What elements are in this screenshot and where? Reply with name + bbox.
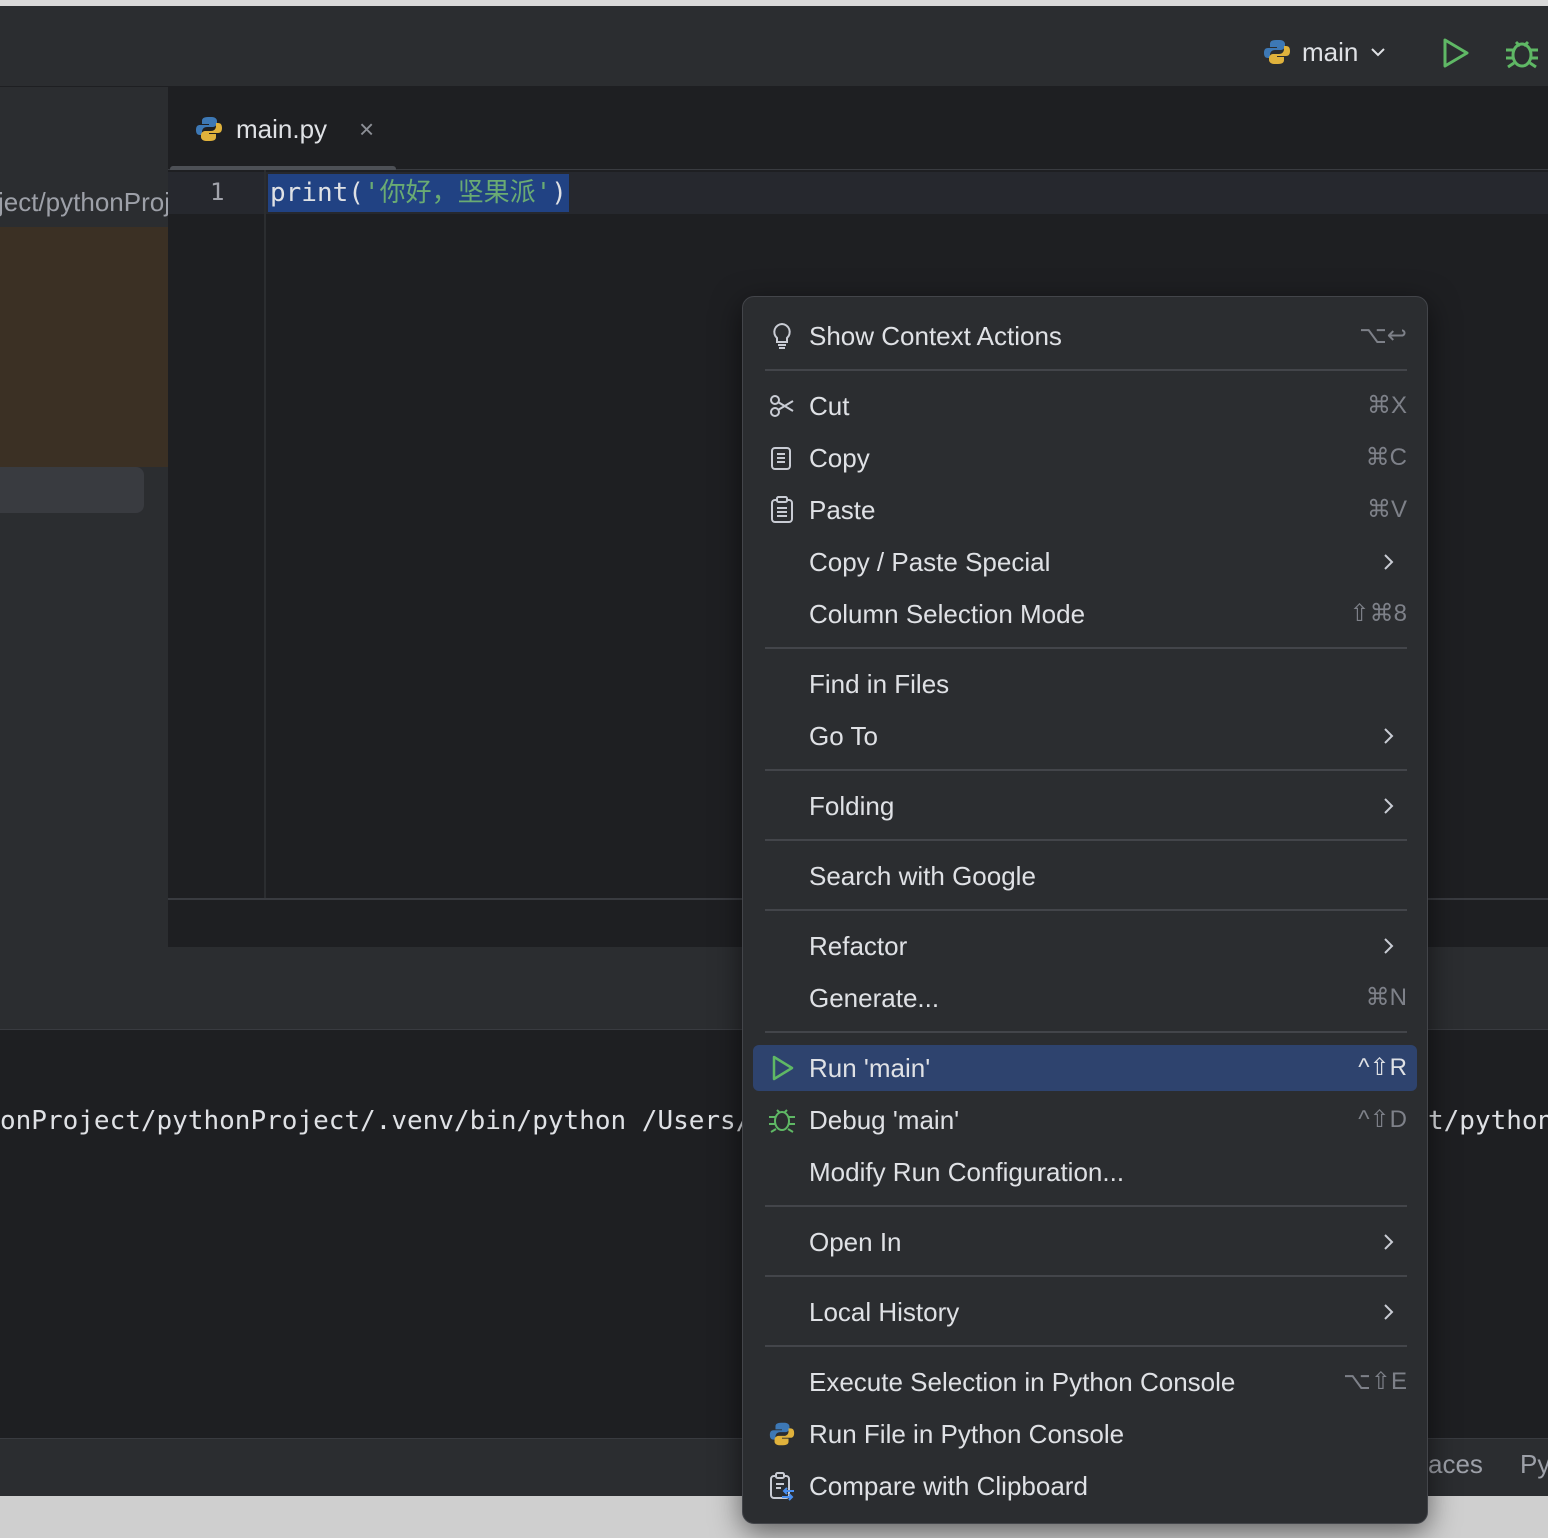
chevron-down-icon [1371, 48, 1386, 57]
menu-separator [765, 769, 1407, 771]
menu-item-modify-run-configuration[interactable]: Modify Run Configuration... [753, 1149, 1417, 1195]
console-output-line: onProject/pythonProject/.venv/bin/python… [0, 1106, 752, 1136]
chevron-right-icon [1384, 938, 1394, 954]
menu-separator [765, 1205, 1407, 1207]
menu-item-label: Local History [809, 1297, 960, 1327]
menu-item-cut[interactable]: Cut ⌘X [753, 383, 1417, 429]
menu-item-shortcut: ⌘X [1366, 392, 1407, 419]
menu-item-copy-paste-special[interactable]: Copy / Paste Special [753, 539, 1417, 585]
tool-tab-aces[interactable]: aces [1428, 1449, 1483, 1480]
code-string: '你好，坚果派' [363, 178, 552, 208]
menu-item-folding[interactable]: Folding [753, 783, 1417, 829]
copy-icon [767, 443, 797, 473]
python-icon [767, 1419, 797, 1449]
menu-item-shortcut: ⌘V [1366, 496, 1407, 523]
debug-icon [767, 1105, 797, 1135]
menu-item-search-with-google[interactable]: Search with Google [753, 853, 1417, 899]
python-icon [1264, 40, 1290, 64]
tab-label: main.py [236, 113, 328, 144]
menu-item-run-file-in-python-console[interactable]: Run File in Python Console [753, 1411, 1417, 1457]
chevron-right-icon [1384, 1234, 1394, 1250]
menu-item-label: Modify Run Configuration... [809, 1157, 1125, 1187]
context-menu: Show Context Actions ⌥↩ Cut ⌘X Copy ⌘C P… [742, 296, 1428, 1524]
chevron-right-icon [1384, 728, 1394, 744]
close-icon[interactable]: × [359, 114, 374, 145]
menu-item-copy[interactable]: Copy ⌘C [753, 435, 1417, 481]
menu-item-local-history[interactable]: Local History [753, 1289, 1417, 1335]
menu-separator [765, 909, 1407, 911]
gutter-divider [264, 170, 266, 898]
editor-tab-bar: main.py × [168, 87, 1548, 172]
menu-item-show-context-actions[interactable]: Show Context Actions ⌥↩ [753, 313, 1417, 359]
menu-item-label: Run File in Python Console [809, 1419, 1125, 1449]
menu-item-shortcut: ⇧⌘8 [1349, 600, 1407, 627]
menu-item-label: Find in Files [809, 669, 950, 699]
menu-item-shortcut: ⌥⇧E [1343, 1368, 1407, 1395]
menu-item-label: Copy [809, 443, 870, 473]
sidebar-row[interactable] [0, 467, 144, 513]
menu-separator [765, 1345, 1407, 1347]
chevron-right-icon [1384, 798, 1394, 814]
run-icon[interactable] [1438, 36, 1472, 70]
console-output-tail: t/python [1428, 1106, 1548, 1136]
menu-separator [765, 647, 1407, 649]
menu-item-shortcut: ⌥↩ [1359, 322, 1407, 349]
menu-item-label: Folding [809, 791, 895, 821]
menu-item-label: Paste [809, 495, 876, 525]
menu-item-label: Execute Selection in Python Console [809, 1367, 1236, 1397]
menu-separator [765, 369, 1407, 371]
python-file-icon [196, 117, 222, 141]
main-toolbar: main [0, 6, 1548, 87]
menu-item-open-in[interactable]: Open In [753, 1219, 1417, 1265]
menu-item-compare-with-clipboard[interactable]: Compare with Clipboard [753, 1463, 1417, 1509]
menu-item-shortcut: ⌘N [1365, 984, 1407, 1011]
lightbulb-icon [767, 321, 797, 351]
chevron-right-icon [1384, 554, 1394, 570]
code-paren: ) [551, 178, 567, 208]
menu-item-label: Copy / Paste Special [809, 547, 1051, 577]
menu-item-label: Debug 'main' [809, 1105, 960, 1135]
menu-item-label: Generate... [809, 983, 940, 1013]
project-path[interactable]: ject/pythonProject [0, 187, 168, 218]
line-number: 1 [210, 178, 225, 206]
menu-separator [765, 1031, 1407, 1033]
menu-item-go-to[interactable]: Go To [753, 713, 1417, 759]
menu-item-label: Search with Google [809, 861, 1036, 891]
menu-item-find-in-files[interactable]: Find in Files [753, 661, 1417, 707]
menu-item-column-selection-mode[interactable]: Column Selection Mode ⇧⌘8 [753, 591, 1417, 637]
compare-clipboard-icon [767, 1471, 797, 1501]
project-sidebar: ject/pythonProject [0, 87, 168, 947]
debug-icon[interactable] [1502, 34, 1542, 72]
chevron-right-icon [1384, 1304, 1394, 1320]
menu-item-shortcut: ^⇧R [1358, 1054, 1407, 1081]
tool-tab-py[interactable]: Py [1520, 1449, 1548, 1480]
tab-main-py[interactable]: main.py × [194, 109, 374, 149]
run-configuration-selector[interactable]: main [1262, 30, 1388, 74]
menu-item-label: Column Selection Mode [809, 599, 1086, 629]
code-line[interactable]: print('你好，坚果派') [268, 174, 569, 212]
menu-item-shortcut: ⌘C [1365, 444, 1407, 471]
scissors-icon [767, 391, 797, 421]
menu-item-label: Compare with Clipboard [809, 1471, 1088, 1501]
run-configuration-label: main [1302, 36, 1359, 67]
menu-item-shortcut: ^⇧D [1358, 1106, 1407, 1133]
menu-item-label: Open In [809, 1227, 902, 1257]
menu-item-generate[interactable]: Generate... ⌘N [753, 975, 1417, 1021]
menu-item-run-main[interactable]: Run 'main' ^⇧R [753, 1045, 1417, 1091]
menu-item-label: Go To [809, 721, 878, 751]
menu-item-refactor[interactable]: Refactor [753, 923, 1417, 969]
menu-item-label: Run 'main' [809, 1053, 931, 1083]
menu-item-label: Refactor [809, 931, 908, 961]
menu-item-label: Cut [809, 391, 850, 421]
menu-item-execute-selection-in-python-console[interactable]: Execute Selection in Python Console ⌥⇧E [753, 1359, 1417, 1405]
menu-item-debug-main[interactable]: Debug 'main' ^⇧D [753, 1097, 1417, 1143]
sidebar-selection [0, 227, 168, 467]
menu-item-paste[interactable]: Paste ⌘V [753, 487, 1417, 533]
menu-separator [765, 1275, 1407, 1277]
paste-icon [767, 495, 797, 525]
run-icon [767, 1053, 797, 1083]
menu-item-label: Show Context Actions [809, 321, 1062, 351]
code-function: print( [270, 178, 364, 208]
menu-separator [765, 839, 1407, 841]
